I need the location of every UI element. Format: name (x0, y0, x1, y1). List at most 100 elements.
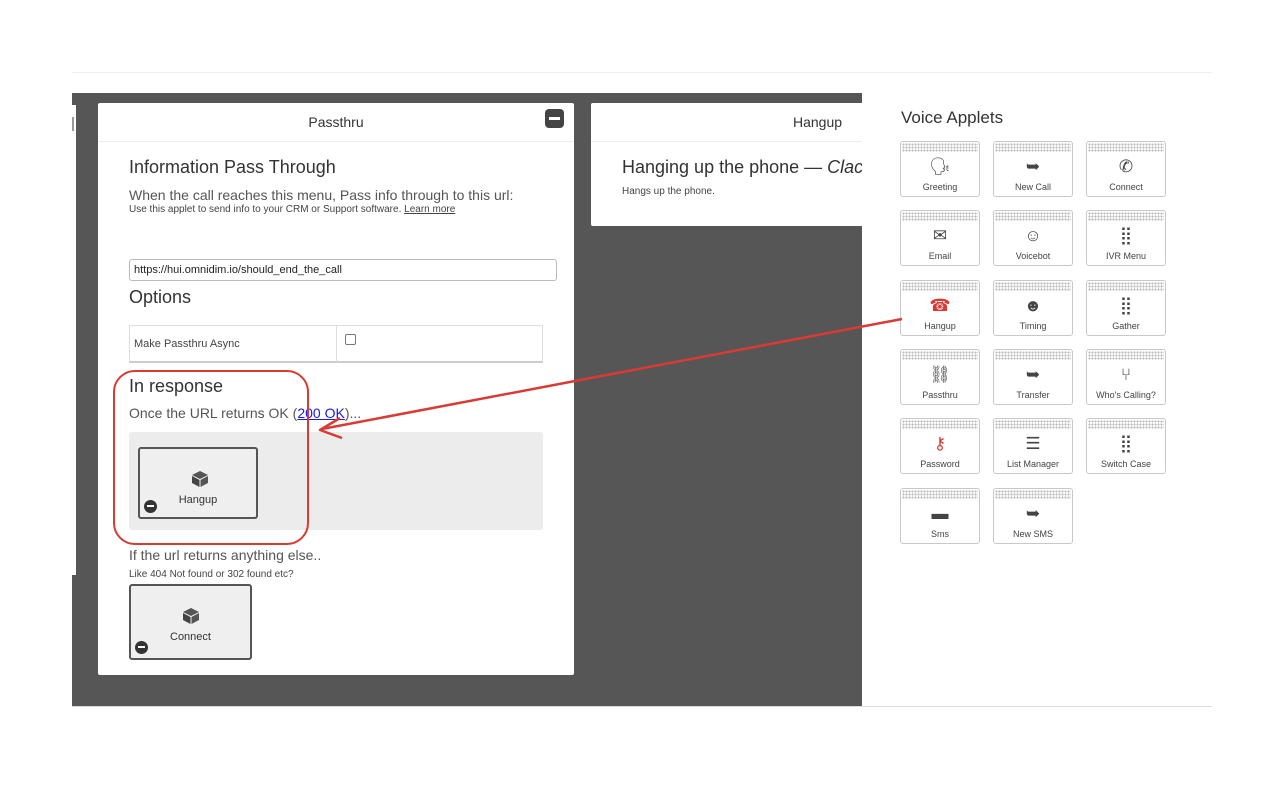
hangup-card: Hangup Hanging up the phone — Clac Hangs… (591, 103, 862, 226)
remove-icon[interactable] (135, 641, 148, 654)
drag-handle[interactable] (902, 282, 978, 291)
options-table: Make Passthru Async (129, 325, 543, 363)
else-slot-label: Connect (170, 631, 211, 643)
applet-switch-case[interactable]: ⣿ Switch Case (1086, 418, 1166, 474)
applet-connect[interactable]: ✆ Connect (1086, 141, 1166, 197)
applet-label: Passthru (922, 390, 958, 400)
ok-instruction: Once the URL returns OK (200 OK)... (129, 405, 362, 421)
applet-label: Transfer (1016, 390, 1050, 400)
applet-label: Gather (1112, 321, 1140, 331)
top-divider (72, 72, 1212, 73)
applet-new-sms[interactable]: ➥ New SMS (993, 488, 1073, 544)
keypad-grid-icon: ⣿ (1119, 226, 1133, 245)
monkey-face-icon: ☻ (1024, 296, 1042, 315)
flow-canvas[interactable]: Passthru Information Pass Through When t… (72, 93, 862, 706)
collapse-button[interactable] (545, 109, 564, 128)
applet-email[interactable]: ✉ Email (900, 210, 980, 266)
key-icon: ⚷ (933, 434, 947, 453)
drag-handle[interactable] (1088, 420, 1164, 429)
applet-label: Voicebot (1015, 251, 1051, 261)
applet-who-s-calling[interactable]: ⑂ Who's Calling? (1086, 349, 1166, 405)
section-title: Information Pass Through (129, 157, 336, 177)
forward-arrow-icon: ➥ (1025, 365, 1041, 384)
response-heading: In response (129, 376, 224, 396)
applet-label: Password (920, 459, 960, 469)
drag-handle[interactable] (902, 212, 978, 221)
applet-label: Greeting (922, 182, 958, 192)
applet-label: Hangup (924, 321, 956, 331)
applet-password[interactable]: ⚷ Password (900, 418, 980, 474)
applets-panel-title: Voice Applets (901, 108, 1004, 127)
forward-arrow-icon: ➥ (1025, 504, 1041, 523)
chain-link-icon: ⛓ (929, 365, 951, 384)
drag-handle[interactable] (902, 351, 978, 360)
drag-handle[interactable] (995, 282, 1071, 291)
applet-label: New SMS (1012, 529, 1053, 539)
drag-handle[interactable] (995, 490, 1071, 499)
drag-handle[interactable] (1088, 282, 1164, 291)
applet-label: Timing (1019, 321, 1047, 331)
applet-list-manager[interactable]: ☰ List Manager (993, 418, 1073, 474)
applet-label: Connect (1109, 182, 1143, 192)
applet-label: Email (928, 251, 952, 261)
applet-label: New Call (1014, 182, 1051, 192)
remove-icon[interactable] (144, 500, 157, 513)
url-input[interactable] (129, 259, 557, 281)
else-applet-slot[interactable]: Connect (129, 584, 252, 660)
robot-icon: ☺ (1024, 226, 1042, 245)
drag-handle[interactable] (995, 143, 1071, 152)
drag-handle[interactable] (1088, 351, 1164, 360)
hangup-description: Hangs up the phone. (622, 186, 715, 197)
ok-slot-label: Hangup (178, 494, 218, 506)
applet-transfer[interactable]: ➥ Transfer (993, 349, 1073, 405)
document-list-icon: ☰ (1025, 434, 1041, 453)
bottom-divider (72, 706, 1212, 707)
applet-passthru[interactable]: ⛓ Passthru (900, 349, 980, 405)
drag-handle[interactable] (1088, 212, 1164, 221)
envelope-icon: ✉ (932, 226, 948, 245)
message-bubble-icon: ▬ (931, 504, 949, 523)
else-example: Like 404 Not found or 302 found etc? (129, 569, 294, 580)
keypad-grid-icon: ⣿ (1119, 296, 1133, 315)
speaking-head-icon: 🗣 (929, 157, 951, 176)
async-checkbox[interactable] (345, 334, 356, 345)
drag-handle[interactable] (995, 351, 1071, 360)
ok-dropzone[interactable]: Hangup (129, 432, 543, 530)
branch-icon: ⑂ (1120, 365, 1132, 384)
applet-timing[interactable]: ☻ Timing (993, 280, 1073, 336)
hangup-phone-icon: ☎ (929, 296, 951, 315)
applet-voicebot[interactable]: ☺ Voicebot (993, 210, 1073, 266)
cube-icon (192, 471, 208, 487)
drag-handle[interactable] (902, 143, 978, 152)
applet-label: Sms (931, 529, 949, 539)
hangup-card-header[interactable]: Hangup (591, 103, 862, 142)
applet-new-call[interactable]: ➥ New Call (993, 141, 1073, 197)
drag-handle[interactable] (1088, 143, 1164, 152)
drag-handle[interactable] (902, 490, 978, 499)
applet-label: IVR Menu (1105, 251, 1147, 261)
drag-handle[interactable] (995, 212, 1071, 221)
keypad-grid-icon: ⣿ (1119, 434, 1133, 453)
offscreen-card-edge (72, 105, 76, 575)
cube-icon (183, 608, 199, 624)
drag-handle[interactable] (995, 420, 1071, 429)
applet-hangup[interactable]: ☎ Hangup (900, 280, 980, 336)
async-option-label: Make Passthru Async (134, 338, 240, 350)
drag-handle[interactable] (902, 420, 978, 429)
learn-more-link[interactable]: Learn more (404, 204, 455, 215)
applet-sms[interactable]: ▬ Sms (900, 488, 980, 544)
help-text: Use this applet to send info to your CRM… (129, 204, 456, 215)
applet-label: Switch Case (1100, 459, 1152, 469)
else-instruction: If the url returns anything else.. (129, 547, 322, 563)
applet-gather[interactable]: ⣿ Gather (1086, 280, 1166, 336)
applet-greeting[interactable]: 🗣 Greeting (900, 141, 980, 197)
applet-ivr-menu[interactable]: ⣿ IVR Menu (1086, 210, 1166, 266)
forward-arrow-icon: ➥ (1025, 157, 1041, 176)
hangup-title: Hanging up the phone — Clac (622, 157, 862, 177)
passthru-card-header[interactable]: Passthru (98, 103, 574, 142)
options-heading: Options (129, 287, 192, 307)
ok-applet-slot[interactable]: Hangup (138, 447, 258, 519)
applet-label: Who's Calling? (1096, 390, 1156, 400)
passthru-card: Passthru Information Pass Through When t… (98, 103, 574, 675)
status-200-link[interactable]: 200 OK (297, 405, 344, 421)
